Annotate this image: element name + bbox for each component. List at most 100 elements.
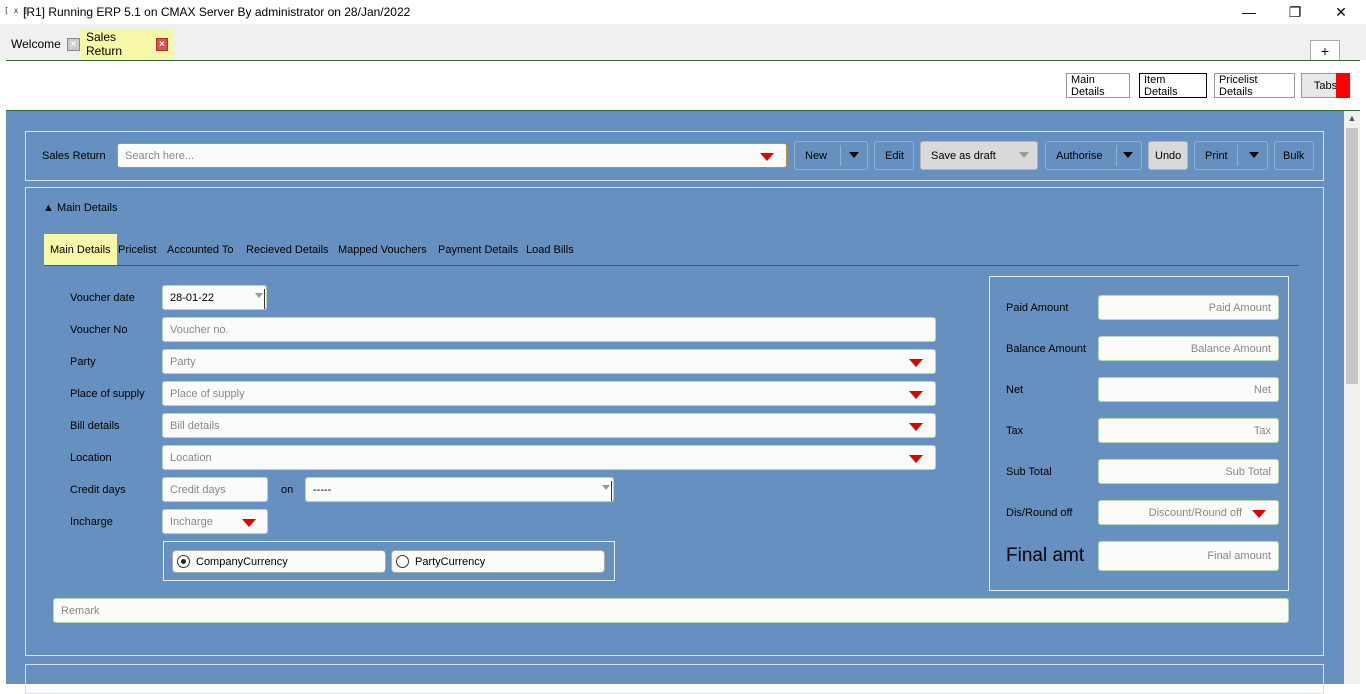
search-input[interactable]: Search here... [117,143,787,168]
close-window-button[interactable]: ✕ [1318,0,1364,24]
chevron-down-icon[interactable] [909,359,923,367]
print-label: Print [1205,149,1228,162]
bulk-button[interactable]: Bulk [1274,141,1314,170]
bill-details-field[interactable]: Bill details [162,413,936,438]
chevron-down-icon[interactable] [255,293,263,298]
pricelist-details-button[interactable]: Pricelist Details [1214,73,1295,98]
place-of-supply-label: Place of supply [70,388,145,400]
net-field[interactable]: Net [1098,377,1279,402]
voucher-date-label: Voucher date [70,292,135,304]
credit-date-value: ----- [313,483,332,496]
place-of-supply-field[interactable]: Place of supply [162,381,936,406]
chevron-down-icon[interactable] [909,391,923,399]
voucher-no-label: Voucher No [70,324,128,336]
chevron-down-icon[interactable] [909,455,923,463]
chevron-down-icon[interactable] [849,152,859,158]
document-tab-strip: Welcome × Sales Return × [0,24,1366,60]
final-amount-placeholder: Final amount [1207,550,1271,562]
on-label: on [281,484,294,496]
maximize-button[interactable]: ❐ [1272,0,1318,24]
print-button[interactable]: Print [1194,141,1268,170]
item-details-button[interactable]: Item Details [1139,73,1207,98]
window-title: [R1] Running ERP 5.1 on CMAX Server By a… [23,5,411,19]
sub-total-label: Sub Total [1006,466,1052,478]
new-button[interactable]: New [794,141,868,170]
radio-selected-icon[interactable] [177,555,190,568]
incharge-placeholder: Incharge [170,515,213,528]
location-field[interactable]: Location [162,445,936,470]
close-icon[interactable]: × [66,37,80,51]
final-amt-label: Final amt [1006,545,1085,566]
voucher-date-value: 28-01-22 [170,291,215,304]
authorise-button[interactable]: Authorise [1045,141,1142,170]
add-tab-button[interactable]: + [1310,40,1340,61]
final-amount-field[interactable]: Final amount [1098,541,1279,571]
incharge-label: Incharge [70,516,113,528]
party-field[interactable]: Party [162,349,936,374]
undo-button[interactable]: Undo [1148,141,1188,170]
credit-days-field[interactable]: Credit days [162,477,268,502]
tab-main-details[interactable]: Main Details [44,234,117,265]
divider [44,265,1299,266]
company-currency-option[interactable]: CompanyCurrency [172,550,386,573]
incharge-field[interactable]: Incharge [162,509,268,534]
chevron-down-icon[interactable] [602,485,610,490]
party-currency-option[interactable]: PartyCurrency [391,550,605,573]
balance-amount-field[interactable]: Balance Amount [1098,336,1279,361]
balance-amount-placeholder: Balance Amount [1190,342,1271,355]
dis-round-off-placeholder: Discount/Round off [1148,506,1242,519]
tab-sales-return[interactable]: Sales Return × [80,29,174,59]
edit-button[interactable]: Edit [874,141,914,170]
voucher-no-field[interactable]: Voucher no. [162,317,936,342]
company-currency-label: CompanyCurrency [196,555,288,568]
chevron-down-icon[interactable] [1252,510,1266,518]
close-icon[interactable]: × [155,37,168,51]
tabs-indicator [1336,73,1350,98]
divider [1237,145,1238,166]
party-placeholder: Party [170,355,196,368]
location-label: Location [70,452,112,464]
voucher-date-field[interactable]: 28-01-22 [162,285,267,310]
chevron-down-icon[interactable] [242,519,256,527]
radio-unselected-icon[interactable] [396,555,409,568]
party-label: Party [70,356,96,368]
chevron-down-icon[interactable] [1249,152,1259,158]
tax-placeholder: Tax [1253,424,1271,437]
sub-total-field[interactable]: Sub Total [1098,459,1279,484]
chevron-down-icon[interactable] [1019,152,1029,158]
section-toggle[interactable]: ▲ Main Details [43,202,117,214]
tax-label: Tax [1006,425,1024,437]
chevron-down-icon[interactable] [909,423,923,431]
tab-load-bills[interactable]: Load Bills [520,234,580,265]
credit-days-placeholder: Credit days [170,483,226,496]
chevron-down-icon[interactable] [1123,152,1133,158]
tab-payment-details[interactable]: Payment Details [432,234,524,265]
paid-amount-placeholder: Paid Amount [1208,301,1271,314]
toolbar-label: Sales Return [42,150,106,162]
tab-accounted-to[interactable]: Accounted To [161,234,239,265]
sub-total-placeholder: Sub Total [1225,465,1271,478]
remark-placeholder: Remark [61,604,100,617]
tab-recieved-details[interactable]: Recieved Details [240,234,335,265]
tab-welcome[interactable]: Welcome × [5,29,86,59]
remark-field[interactable]: Remark [53,598,1289,623]
tab-pricelist[interactable]: Pricelist [112,234,163,265]
save-as-draft-label: Save as draft [931,149,996,162]
tab-label: Welcome [11,37,61,51]
authorise-label: Authorise [1056,149,1103,162]
dis-round-off-field[interactable]: Discount/Round off [1098,500,1279,525]
save-as-draft-button[interactable]: Save as draft [920,141,1038,170]
net-label: Net [1006,384,1024,396]
scrollbar-thumb[interactable] [1346,128,1358,384]
tab-mapped-vouchers[interactable]: Mapped Vouchers [332,234,433,265]
minimize-button[interactable]: — [1226,0,1272,24]
credit-date-field[interactable]: ----- [305,477,614,502]
scroll-up-icon[interactable]: ▲ [1344,113,1360,127]
chevron-down-icon[interactable] [760,153,774,161]
bill-details-placeholder: Bill details [170,419,220,432]
tax-field[interactable]: Tax [1098,418,1279,443]
net-placeholder: Net [1253,383,1271,396]
main-details-button[interactable]: Main Details [1066,73,1130,98]
balance-amount-label: Balance Amount [1006,343,1087,355]
paid-amount-field[interactable]: Paid Amount [1098,295,1279,320]
